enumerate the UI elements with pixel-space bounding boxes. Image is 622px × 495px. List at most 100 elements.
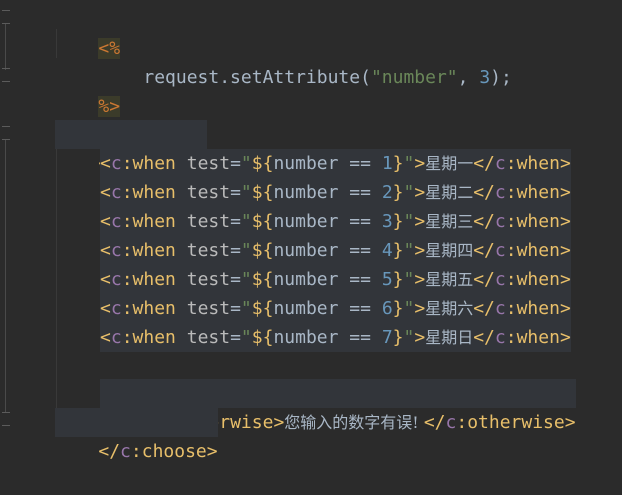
tag-colon: :: [121, 327, 133, 348]
string-quote: ": [403, 327, 415, 348]
tag-namespace: c: [494, 327, 506, 348]
fold-marker-jsp[interactable]: [2, 10, 10, 24]
code-line-choose-close: </c:choose>: [55, 408, 218, 462]
tag-name-when: when: [516, 240, 560, 261]
fold-marker-choose[interactable]: [2, 126, 10, 140]
el-open: ${: [251, 153, 274, 174]
el-expression: number ==: [273, 327, 382, 348]
el-expression: number ==: [273, 269, 382, 290]
el-close: }: [392, 182, 404, 203]
tag-colon: :: [130, 441, 142, 462]
el-close: }: [392, 153, 404, 174]
string-quote: ": [403, 269, 415, 290]
code-line-otherwise: <c:otherwise>您输入的数字有误! </c:otherwise>: [100, 379, 576, 433]
tag-bracket: >: [559, 240, 571, 261]
fold-line: [5, 24, 6, 70]
code-editor[interactable]: <% request.setAttribute("number", 3); %>…: [18, 0, 622, 462]
code-line-jsp-close: %>: [55, 63, 121, 117]
el-number: 6: [381, 298, 393, 319]
tag-bracket: >: [559, 211, 571, 232]
weekday-text: 星期二: [425, 183, 474, 202]
equals-sign: =: [230, 298, 241, 319]
fold-line: [5, 140, 6, 412]
tag-name-choose: choose: [141, 441, 207, 462]
tag-bracket: </: [98, 441, 121, 462]
jsp-close-delimiter: %>: [98, 96, 121, 117]
string-quote: ": [240, 182, 252, 203]
tag-bracket: <: [100, 327, 111, 348]
tag-bracket: >: [414, 240, 426, 261]
tag-colon: :: [121, 211, 133, 232]
tag-colon: :: [456, 412, 468, 433]
string-quote: ": [403, 182, 415, 203]
equals-sign: =: [230, 327, 241, 348]
editor-gutter[interactable]: [0, 0, 18, 440]
el-open: ${: [251, 240, 274, 261]
tag-name-when: when: [516, 269, 560, 290]
tag-bracket: >: [559, 153, 571, 174]
el-number: 5: [381, 269, 393, 290]
fold-marker-jsp-end[interactable]: [2, 68, 10, 82]
tag-name-otherwise: otherwise: [467, 412, 565, 433]
code-line-jsp-open: <%: [55, 5, 121, 59]
code-line-when: <c:when test="${number == 7}">星期日</c:whe…: [100, 323, 571, 352]
java-string-arg: "number": [370, 67, 458, 88]
tag-bracket: >: [559, 269, 571, 290]
tag-name-when: when: [516, 298, 560, 319]
tag-name-when: when: [132, 269, 176, 290]
code-line-when: <c:when test="${number == 2}">星期二</c:whe…: [100, 178, 571, 207]
tag-namespace: c: [110, 327, 122, 348]
tag-name-when: when: [516, 153, 560, 174]
tag-name-when: when: [132, 240, 176, 261]
string-quote: ": [240, 153, 252, 174]
tag-bracket: >: [559, 182, 571, 203]
attribute-test: test: [175, 269, 231, 290]
string-quote: ": [403, 211, 415, 232]
el-open: ${: [251, 327, 274, 348]
attribute-test: test: [175, 240, 231, 261]
tag-bracket: </: [473, 269, 495, 290]
tag-namespace: c: [494, 298, 506, 319]
string-quote: ": [403, 298, 415, 319]
tag-namespace: c: [445, 412, 457, 433]
tag-bracket: </: [473, 327, 495, 348]
code-line-when: <c:when test="${number == 6}">星期六</c:whe…: [100, 294, 571, 323]
otherwise-text: 您输入的数字有误!: [284, 413, 424, 432]
tag-name-when: when: [132, 211, 176, 232]
weekday-text: 星期六: [425, 299, 474, 318]
fold-marker-choose-end[interactable]: [2, 412, 10, 426]
tag-bracket: >: [273, 412, 285, 433]
tag-bracket: >: [564, 412, 576, 433]
weekday-text: 星期五: [425, 270, 474, 289]
tag-colon: :: [121, 182, 133, 203]
tag-colon: :: [505, 182, 517, 203]
tag-namespace: c: [110, 240, 122, 261]
tag-namespace: c: [494, 211, 506, 232]
string-quote: ": [403, 240, 415, 261]
el-expression: number ==: [273, 182, 382, 203]
el-close: }: [392, 327, 404, 348]
tag-bracket: >: [206, 441, 218, 462]
tag-colon: :: [505, 298, 517, 319]
string-quote: ": [403, 153, 415, 174]
tag-bracket: >: [414, 298, 426, 319]
tag-bracket: >: [414, 182, 426, 203]
java-separator: ,: [457, 67, 480, 88]
tag-colon: :: [121, 153, 133, 174]
tag-name-when: when: [516, 211, 560, 232]
attribute-test: test: [175, 153, 231, 174]
tag-colon: :: [505, 269, 517, 290]
string-quote: ": [240, 327, 252, 348]
tag-colon: :: [121, 240, 133, 261]
el-close: }: [392, 269, 404, 290]
tag-bracket: </: [473, 298, 495, 319]
el-close: }: [392, 298, 404, 319]
weekday-text: 星期三: [425, 212, 474, 231]
el-number: 7: [381, 327, 393, 348]
tag-bracket: >: [414, 211, 426, 232]
tag-bracket: >: [559, 327, 571, 348]
java-number-arg: 3: [479, 67, 491, 88]
tag-namespace: c: [494, 269, 506, 290]
el-open: ${: [251, 211, 274, 232]
weekday-text: 星期一: [425, 154, 474, 173]
